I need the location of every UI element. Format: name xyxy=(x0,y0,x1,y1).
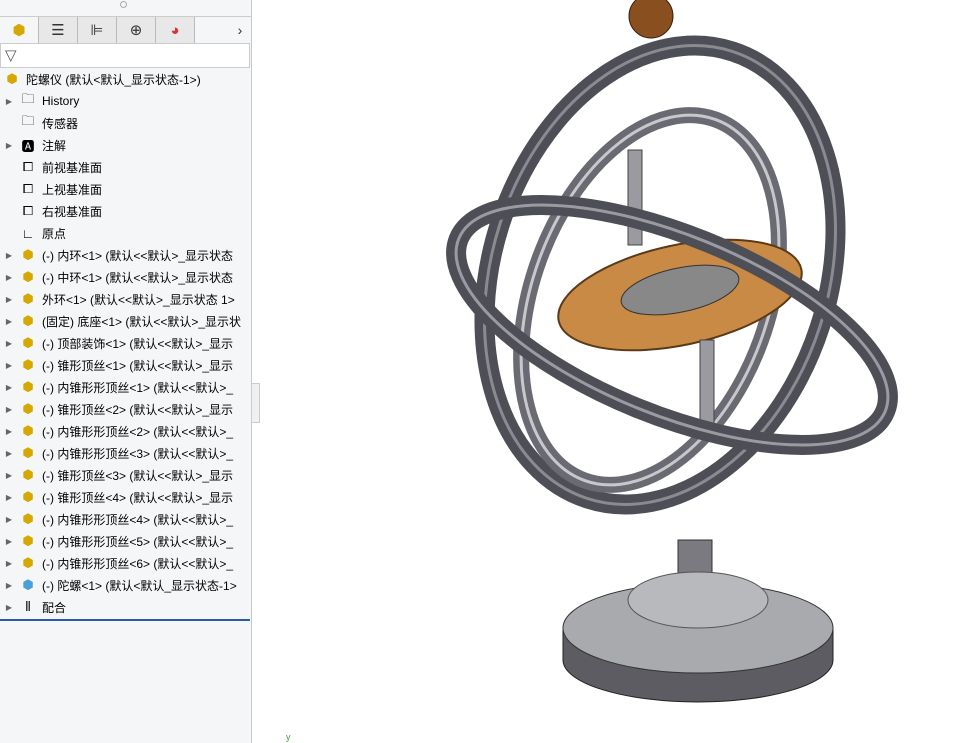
top-ornament-ball xyxy=(628,0,674,39)
spin-axle-bottom xyxy=(699,339,715,431)
spin-axle-top xyxy=(627,149,643,246)
graphics-viewport[interactable] xyxy=(0,0,968,743)
view-triad-y-label: y xyxy=(286,732,291,742)
